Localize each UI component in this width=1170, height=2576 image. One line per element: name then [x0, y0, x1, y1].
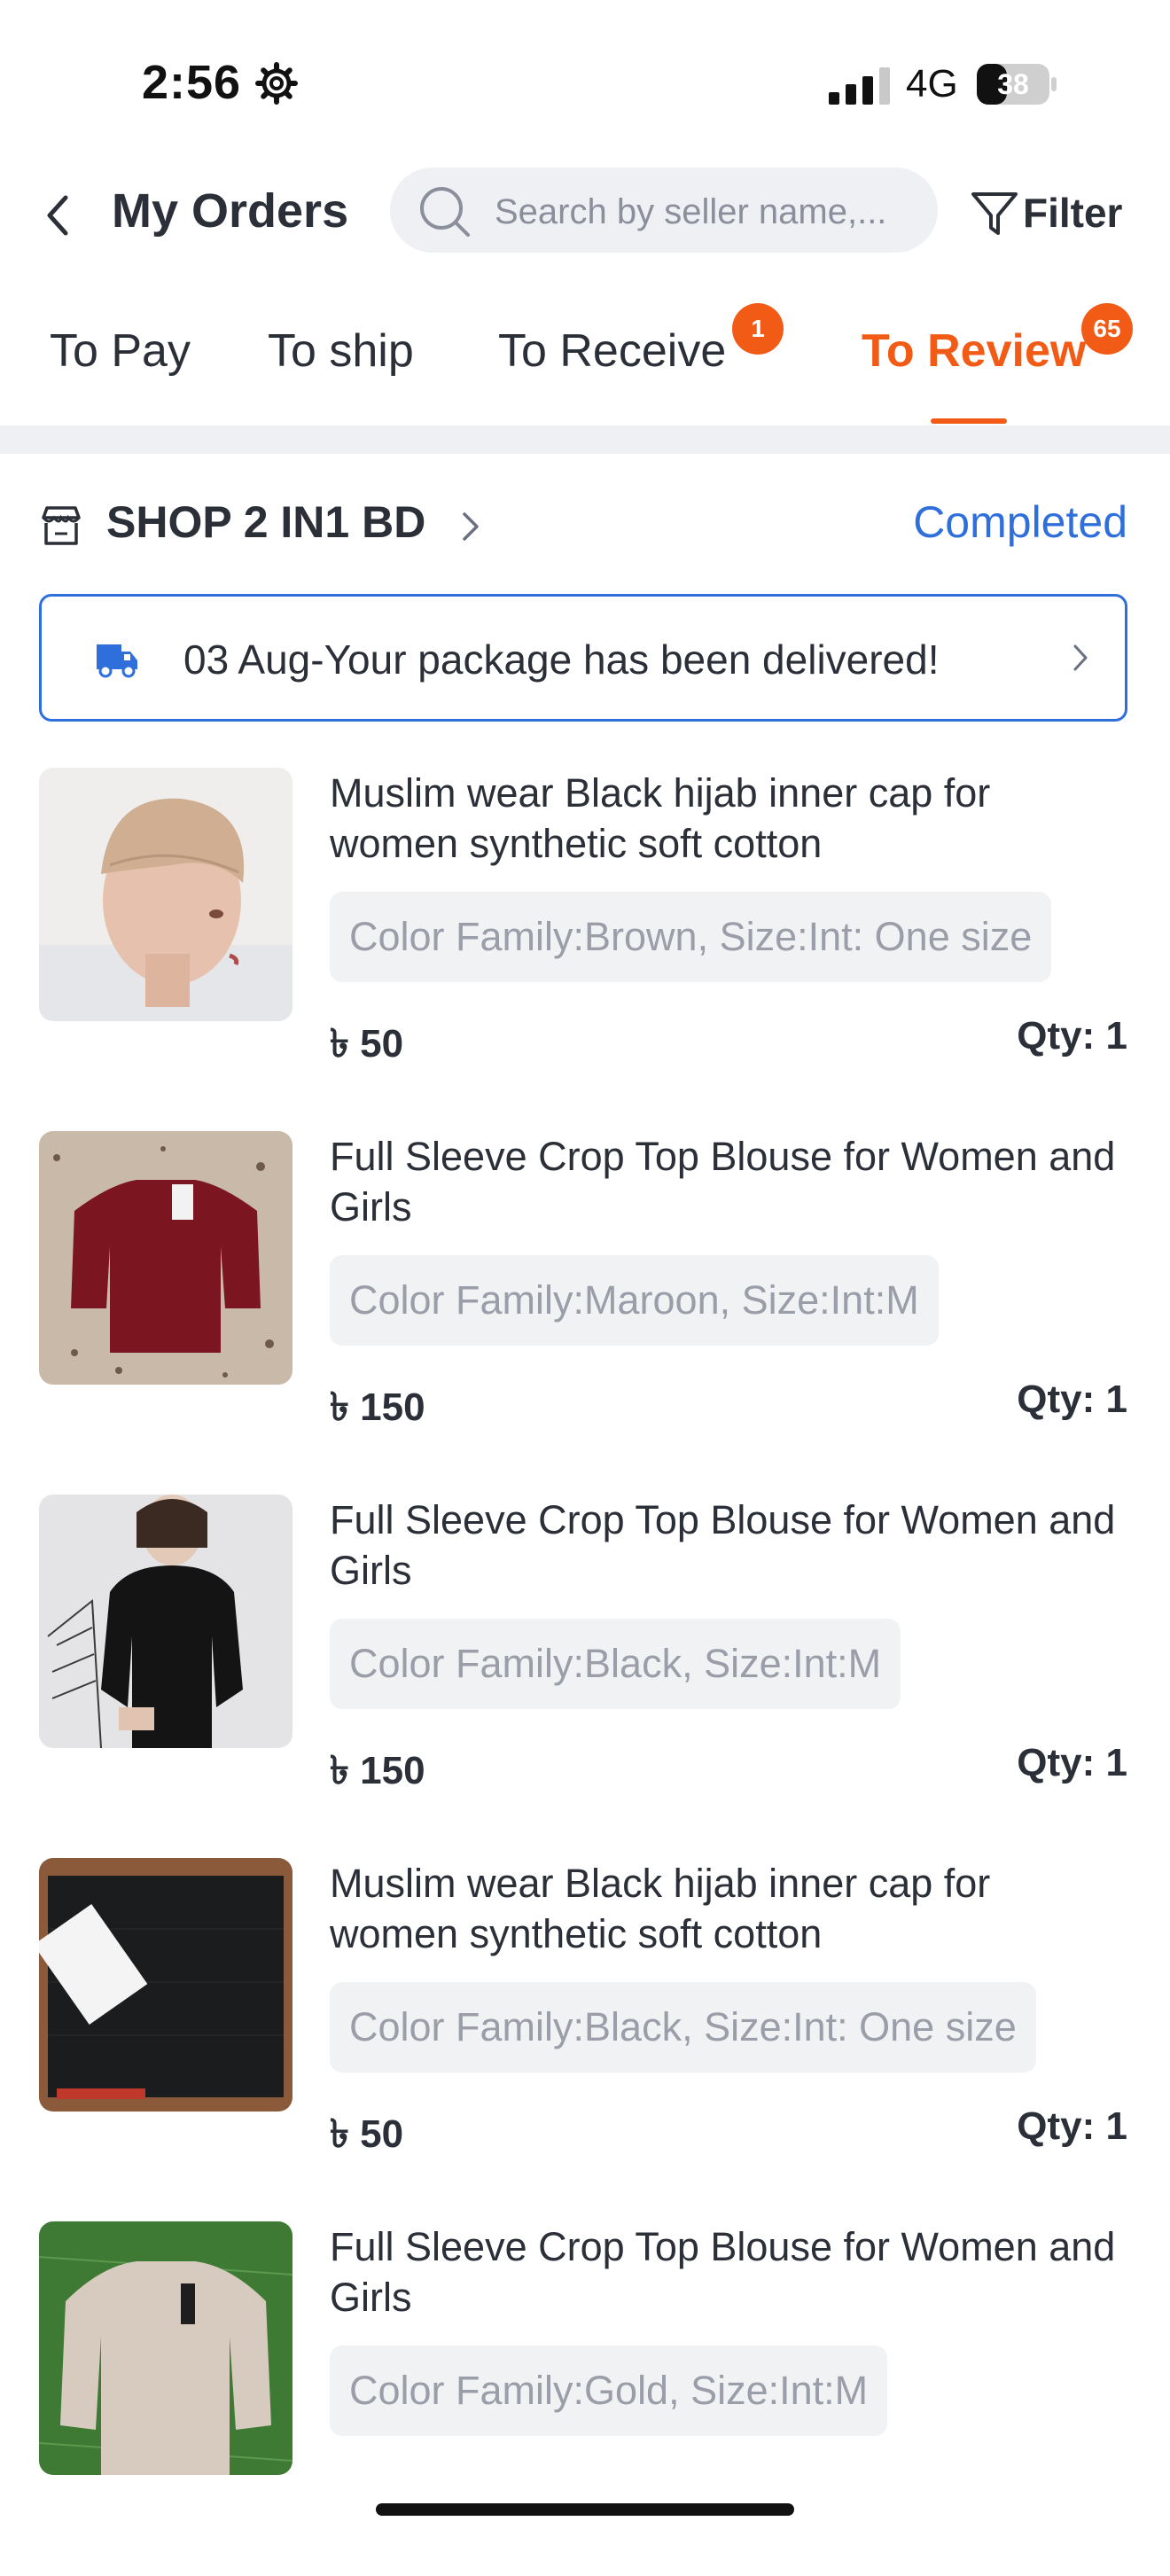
network-type: 4G — [906, 62, 958, 105]
product-title[interactable]: Muslim wear Black hijab inner cap for wo… — [330, 768, 1127, 869]
product-image — [39, 1495, 292, 1748]
order-item[interactable]: Muslim wear Black hijab inner cap for wo… — [0, 1858, 1170, 2213]
product-quantity: Qty: 1 — [1017, 1014, 1127, 1058]
to-review-count-badge: 65 — [1081, 303, 1133, 355]
order-item[interactable]: Full Sleeve Crop Top Blouse for Women an… — [0, 1131, 1170, 1486]
delivery-status-banner[interactable]: 03 Aug-Your package has been delivered! — [39, 594, 1127, 722]
status-time: 2:56 — [142, 56, 242, 109]
active-tab-indicator — [931, 418, 1007, 424]
search-input[interactable]: Search by seller name,... — [390, 168, 938, 253]
header: My Orders Search by seller name,... Filt… — [0, 164, 1170, 262]
product-quantity: Qty: 1 — [1017, 1378, 1127, 1421]
product-price: ৳ 150 — [330, 1386, 425, 1429]
cellular-signal-icon — [829, 67, 890, 105]
to-receive-count-badge: 1 — [732, 303, 784, 355]
order-item[interactable]: Muslim wear Black hijab inner cap for wo… — [0, 768, 1170, 1122]
shop-name[interactable]: SHOP 2 IN1 BD — [106, 496, 425, 548]
filter-label: Filter — [1023, 190, 1123, 236]
product-variant: Color Family:Black, Size:Int:M — [330, 1619, 901, 1709]
tab-to-ship[interactable]: To ship — [268, 324, 414, 378]
status-bar: 2:56 4G 38 — [0, 0, 1170, 168]
page-title: My Orders — [112, 184, 349, 238]
product-image — [39, 2221, 292, 2475]
filter-funnel-icon — [971, 192, 1018, 235]
back-arrow-icon[interactable] — [43, 192, 73, 238]
product-image — [39, 1131, 292, 1385]
chevron-right-icon — [463, 512, 479, 541]
order-item[interactable]: Full Sleeve Crop Top Blouse for Women an… — [0, 1495, 1170, 1849]
tab-to-pay[interactable]: To Pay — [50, 324, 191, 378]
search-placeholder: Search by seller name,... — [495, 192, 887, 231]
order-item[interactable]: Full Sleeve Crop Top Blouse for Women an… — [0, 2221, 1170, 2576]
section-divider — [0, 425, 1170, 454]
product-title[interactable]: Full Sleeve Crop Top Blouse for Women an… — [330, 1495, 1127, 1596]
tab-to-receive[interactable]: To Receive — [498, 324, 726, 378]
battery-icon: 38 — [977, 64, 1057, 105]
product-variant: Color Family:Gold, Size:Int:M — [330, 2346, 888, 2436]
product-variant: Color Family:Brown, Size:Int: One size — [330, 892, 1052, 982]
shop-header[interactable]: SHOP 2 IN1 BD Completed — [0, 479, 1170, 567]
product-price: ৳ 50 — [330, 2112, 404, 2156]
tab-to-review[interactable]: To Review — [862, 324, 1086, 378]
delivery-message: 03 Aug-Your package has been delivered! — [183, 636, 940, 683]
search-icon — [420, 187, 470, 237]
product-title[interactable]: Full Sleeve Crop Top Blouse for Women an… — [330, 2221, 1127, 2322]
delivery-truck-icon — [97, 644, 137, 678]
product-image — [39, 1858, 292, 2112]
order-tabs: To Pay To ship To Receive 1 To Review 65 — [0, 301, 1170, 425]
product-quantity: Qty: 1 — [1017, 2104, 1127, 2148]
product-image — [39, 768, 292, 1021]
product-title[interactable]: Muslim wear Black hijab inner cap for wo… — [330, 1858, 1127, 1959]
order-status: Completed — [913, 497, 1127, 547]
home-indicator[interactable] — [376, 2503, 794, 2516]
store-icon — [42, 506, 81, 545]
chevron-right-icon — [1073, 644, 1088, 671]
product-variant: Color Family:Maroon, Size:Int:M — [330, 1255, 939, 1346]
product-quantity: Qty: 1 — [1017, 1741, 1127, 1784]
product-price: ৳ 50 — [330, 1022, 404, 1066]
product-price: ৳ 150 — [330, 1749, 425, 1792]
battery-level: 38 — [997, 68, 1029, 100]
product-variant: Color Family:Black, Size:Int: One size — [330, 1982, 1036, 2073]
settings-gear-icon — [255, 62, 298, 105]
product-title[interactable]: Full Sleeve Crop Top Blouse for Women an… — [330, 1131, 1127, 1232]
